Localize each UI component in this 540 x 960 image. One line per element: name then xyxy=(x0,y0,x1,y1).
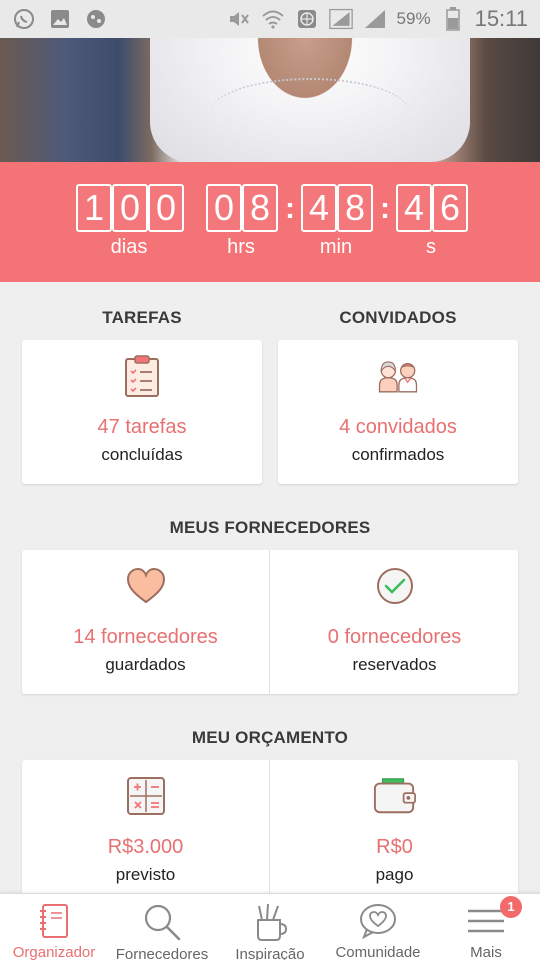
booked-vendors-count: 0 fornecedores xyxy=(327,626,462,648)
notebook-icon xyxy=(32,902,76,940)
signal-2-icon xyxy=(363,7,387,31)
guests-count: 4 convidados xyxy=(339,416,457,438)
battery-icon xyxy=(441,7,465,31)
booked-vendors-sub: reservados xyxy=(352,655,437,674)
vendors-card: 14 fornecedores guardados 0 fornecedores… xyxy=(22,550,518,694)
tasks-sub: concluídas xyxy=(101,445,183,464)
game-icon xyxy=(84,7,108,31)
days-digit-3: 0 xyxy=(148,184,184,232)
seconds-digit-1: 4 xyxy=(396,184,432,232)
nav-organizer-label: Organizador xyxy=(12,944,96,960)
calculator-icon xyxy=(124,774,168,818)
whatsapp-icon xyxy=(12,7,36,31)
saved-vendors[interactable]: 14 fornecedores guardados xyxy=(22,550,269,694)
guests-title: CONVIDADOS xyxy=(339,308,457,327)
check-circle-icon xyxy=(373,564,417,608)
search-icon xyxy=(140,902,184,942)
nav-community[interactable]: Comunidade xyxy=(324,894,432,960)
seconds-digit-2: 6 xyxy=(432,184,468,232)
seconds-label: s xyxy=(426,236,436,258)
days-digit-2: 0 xyxy=(112,184,148,232)
tasks-title: TAREFAS xyxy=(102,308,182,327)
divider xyxy=(269,760,270,904)
minutes-digit-1: 4 xyxy=(301,184,337,232)
minutes-digit-2: 8 xyxy=(337,184,373,232)
saved-vendors-sub: guardados xyxy=(105,655,186,674)
bottom-navigation: Organizador Fornecedores Inspiração Comu… xyxy=(0,893,540,960)
paid-budget-sub: pago xyxy=(375,865,414,884)
mute-icon xyxy=(227,7,251,31)
planned-budget-sub: previsto xyxy=(115,865,176,884)
budget-card: R$3.000 previsto R$0 pago xyxy=(22,760,518,904)
paid-budget-value: R$0 xyxy=(376,836,413,858)
days-label: dias xyxy=(110,236,148,258)
wedding-countdown: 1 0 0 0 8 : 4 8 : 4 6 dias hrs min s xyxy=(0,162,540,282)
time-separator: : xyxy=(380,192,390,225)
budget-title: MEU ORÇAMENTO xyxy=(191,728,349,747)
gallery-icon xyxy=(48,7,72,31)
clock: 15:11 xyxy=(474,6,528,31)
clipboard-checklist-icon xyxy=(120,354,164,398)
notification-badge: 1 xyxy=(500,896,522,918)
divider xyxy=(269,550,270,694)
pencil-cup-icon xyxy=(248,902,292,942)
signal-icon xyxy=(328,7,353,31)
booked-vendors[interactable]: 0 fornecedores reservados xyxy=(271,550,518,694)
hours-label: hrs xyxy=(227,236,255,258)
guests-card[interactable]: 4 convidados confirmados xyxy=(278,340,518,484)
nav-vendors[interactable]: Fornecedores xyxy=(108,894,216,960)
saved-vendors-count: 14 fornecedores xyxy=(73,626,218,648)
days-digit-1: 1 xyxy=(76,184,112,232)
wallet-icon xyxy=(373,774,417,818)
guests-icon xyxy=(376,354,420,398)
battery-percent: 59% xyxy=(396,9,431,28)
paid-budget[interactable]: R$0 pago xyxy=(271,760,518,904)
time-separator: : xyxy=(285,192,295,225)
wifi-icon xyxy=(261,7,285,31)
nav-more[interactable]: Mais 1 xyxy=(432,894,540,960)
planned-budget-value: R$3.000 xyxy=(107,836,184,858)
hours-digit-2: 8 xyxy=(242,184,278,232)
nav-community-label: Comunidade xyxy=(335,944,421,960)
guests-sub: confirmados xyxy=(351,445,445,464)
tasks-card[interactable]: 47 tarefas concluídas xyxy=(22,340,262,484)
couple-photo[interactable] xyxy=(0,38,540,162)
planned-budget[interactable]: R$3.000 previsto xyxy=(22,760,269,904)
minutes-label: min xyxy=(319,236,353,258)
tasks-count: 47 tarefas xyxy=(97,416,187,438)
nav-more-label: Mais xyxy=(470,944,502,960)
nav-inspiration-label: Inspiração xyxy=(235,946,305,960)
hours-digit-1: 0 xyxy=(206,184,242,232)
photo-lace xyxy=(210,78,410,148)
chat-heart-icon xyxy=(356,902,400,940)
nav-vendors-label: Fornecedores xyxy=(115,946,209,960)
nav-organizer[interactable]: Organizador xyxy=(0,894,108,960)
heart-icon xyxy=(124,564,168,608)
status-bar: 59% 15:11 xyxy=(0,0,540,38)
vendors-title: MEUS FORNECEDORES xyxy=(169,518,371,537)
globe-icon xyxy=(295,7,319,31)
nav-inspiration[interactable]: Inspiração xyxy=(216,894,324,960)
